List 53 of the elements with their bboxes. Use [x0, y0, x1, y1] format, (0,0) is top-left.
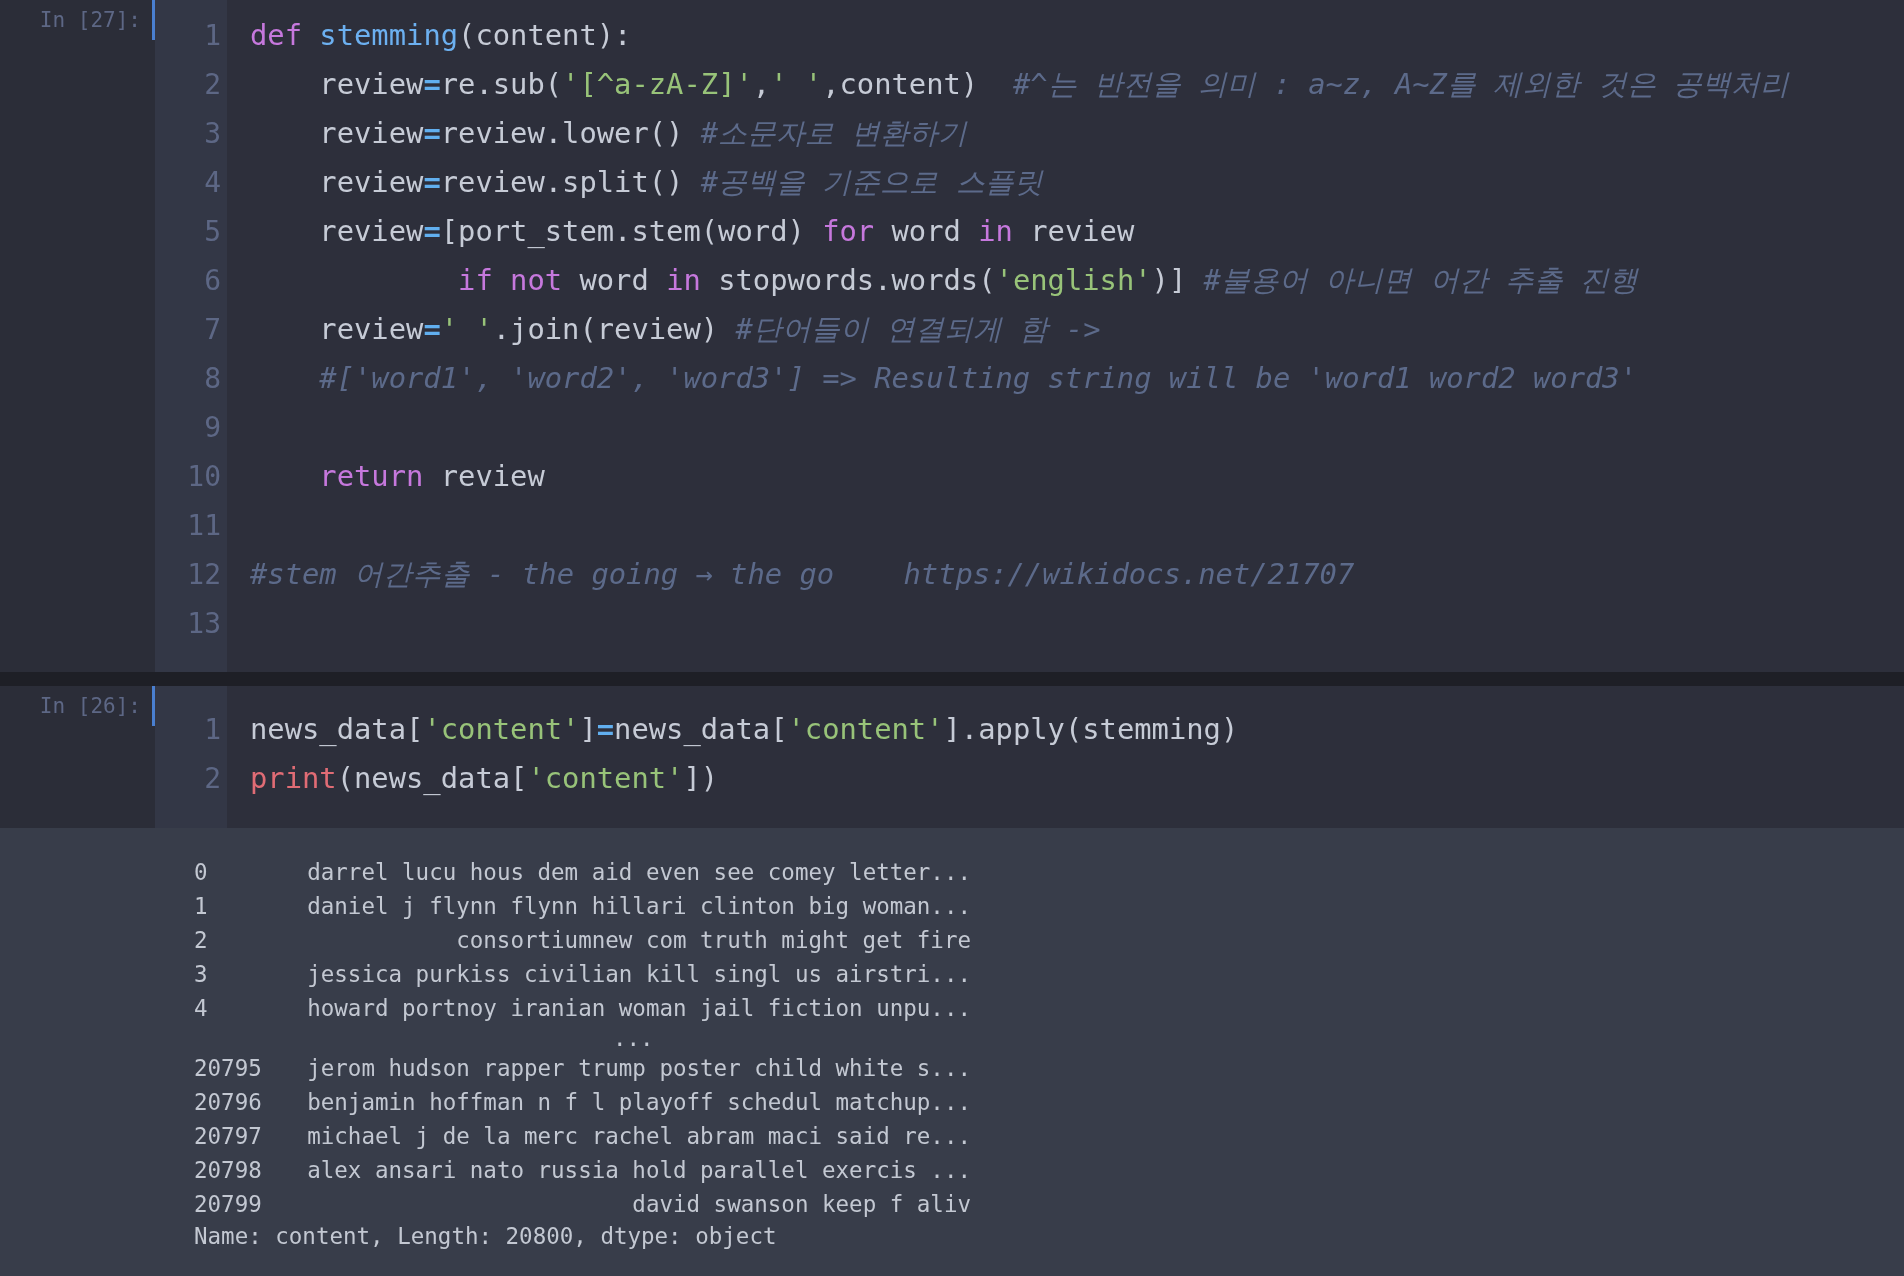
row-index: 0: [194, 858, 208, 887]
row-index: 2: [194, 926, 208, 955]
output-ellipsis: ...: [613, 1025, 654, 1051]
output-summary: Name: content, Length: 20800, dtype: object: [194, 1222, 777, 1251]
code-line: if not word in stopwords.words('english')] #불용어 아니면 어간 추출 진행: [457, 262, 1639, 299]
line-number: 13: [186, 606, 222, 642]
code-line: print(news_data['content']): [250, 760, 719, 797]
line-number: 11: [186, 508, 222, 544]
cell-marker: [152, 686, 155, 726]
row-text: daniel j flynn flynn hillari clinton big woman...: [307, 892, 971, 921]
row-text: consortiumnew com truth might get fire: [456, 926, 971, 955]
line-number: 9: [203, 410, 222, 446]
cell-prompt: In [26]:: [38, 694, 141, 718]
line-number: 6: [203, 263, 222, 299]
row-text: michael j de la merc rachel abram maci said re...: [307, 1122, 971, 1151]
row-index: 20799: [194, 1190, 262, 1219]
line-number: 7: [203, 312, 222, 348]
line-number: 5: [203, 214, 222, 250]
code-line: review=' '.join(review) #단어들이 연결되게 함 ->: [318, 311, 1101, 348]
row-index: 3: [194, 960, 208, 989]
row-text: jessica purkiss civilian kill singl us airstri...: [307, 960, 971, 989]
row-text: howard portnoy iranian woman jail fiction unpu...: [307, 994, 971, 1023]
row-text: benjamin hoffman n f l playoff schedul matchup...: [307, 1088, 971, 1117]
code-line: review=review.split() #공백을 기준으로 스플릿: [318, 164, 1043, 201]
line-number: 8: [203, 361, 222, 397]
row-index: 4: [194, 994, 208, 1023]
row-text: alex ansari nato russia hold parallel exercis ...: [307, 1156, 971, 1185]
code-line: return review: [318, 458, 545, 495]
row-index: 20797: [194, 1122, 262, 1151]
cell-prompt: In [27]:: [38, 8, 141, 32]
code-line: news_data['content']=news_data['content'].apply(stemming): [250, 711, 1239, 748]
row-index: 1: [194, 892, 208, 921]
code-line: review=[port_stem.stem(word) for word in review: [318, 213, 1135, 250]
row-index: 20796: [194, 1088, 262, 1117]
code-line: review=re.sub('[^a-zA-Z]',' ',content) #^는 반전을 의미 : a~z, A~Z를 제외한 것은 공백처리: [318, 66, 1789, 103]
cell-marker: [152, 0, 155, 40]
line-number: 4: [203, 165, 222, 201]
code-line: #stem 어간추출 - the going → the go https://wikidocs.net/21707: [250, 556, 1355, 593]
line-number: 2: [203, 67, 222, 103]
line-number: 1: [203, 712, 222, 748]
code-line: review=review.lower() #소문자로 변환하기: [318, 115, 968, 152]
line-number: 10: [186, 459, 222, 495]
line-number: 12: [186, 557, 222, 593]
row-text: jerom hudson rapper trump poster child white s...: [307, 1054, 971, 1083]
line-number: 2: [203, 761, 222, 797]
row-index: 20798: [194, 1156, 262, 1185]
code-line: #['word1', 'word2', 'word3'] => Resulting string will be 'word1 word2 word3': [318, 360, 1637, 397]
code-line: def stemming(content):: [250, 17, 632, 54]
row-text: david swanson keep f aliv: [632, 1190, 971, 1219]
row-index: 20795: [194, 1054, 262, 1083]
line-number: 1: [203, 18, 222, 54]
line-number: 3: [203, 116, 222, 152]
row-text: darrel lucu hous dem aid even see comey letter...: [307, 858, 971, 887]
